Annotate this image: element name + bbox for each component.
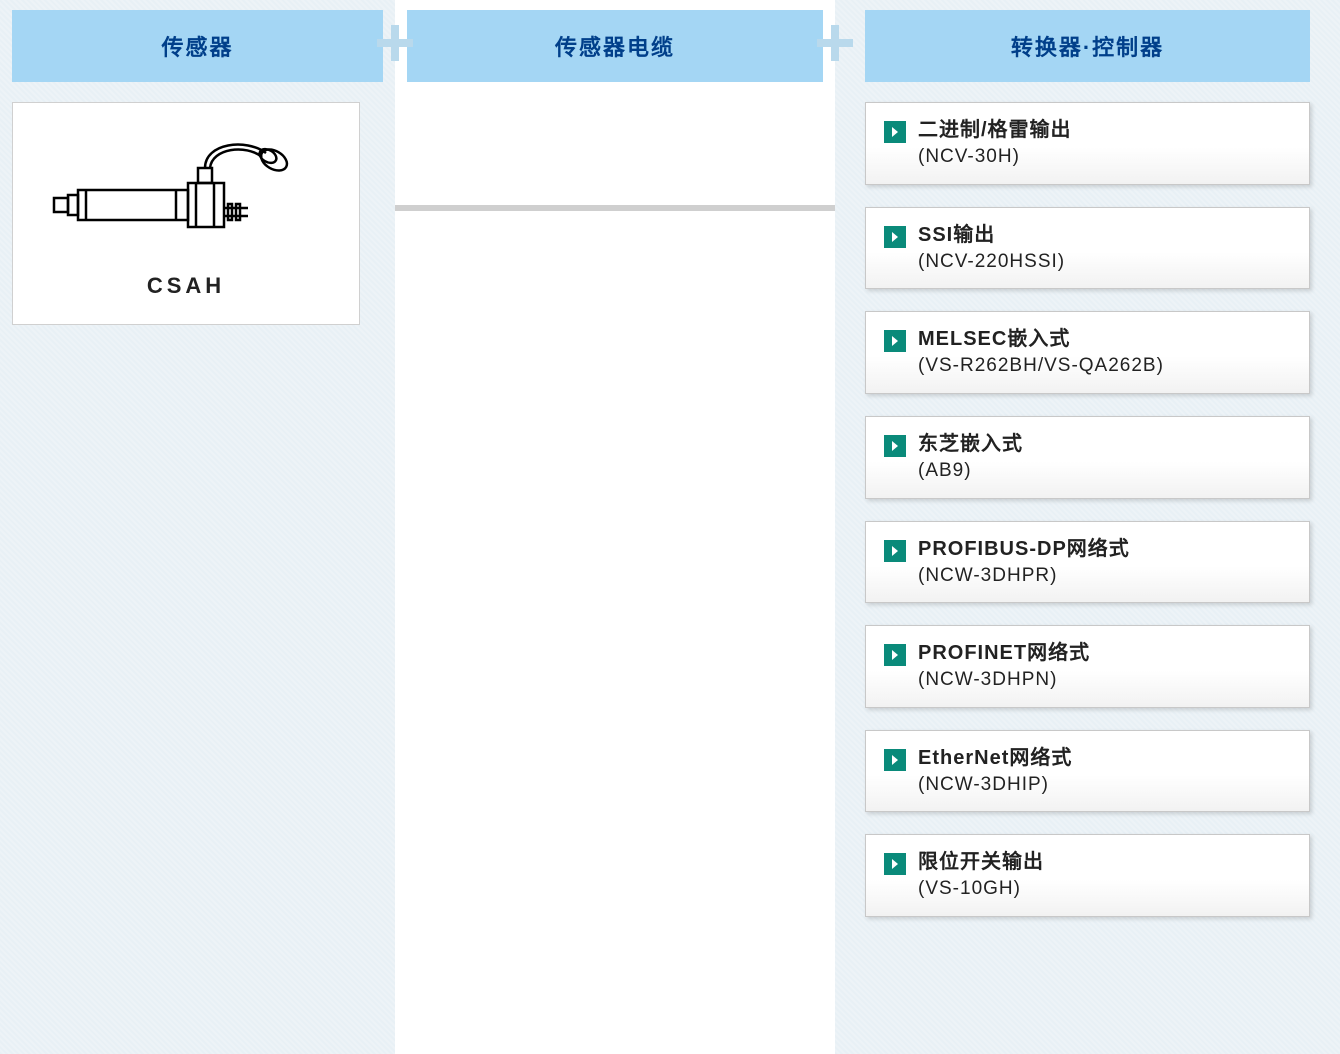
sensor-header: 传感器: [12, 10, 383, 82]
sensor-diagram-icon: [46, 128, 326, 258]
cable-header: 传感器电缆: [407, 10, 823, 82]
controller-option[interactable]: EtherNet网络式(NCW-3DHIP): [865, 730, 1310, 813]
arrow-right-icon: [884, 330, 906, 352]
option-subtitle: (NCW-3DHPN): [918, 667, 1090, 693]
controller-option-list: 二进制/格雷输出(NCV-30H) SSI输出(NCV-220HSSI) MELSE…: [865, 102, 1310, 917]
option-text: 二进制/格雷输出(NCV-30H): [918, 117, 1072, 170]
option-title: PROFINET网络式: [918, 640, 1090, 667]
arrow-right-icon: [884, 853, 906, 875]
divider-line: [395, 205, 835, 211]
cable-column: 传感器电缆: [395, 0, 835, 1054]
controller-option[interactable]: PROFINET网络式(NCW-3DHPN): [865, 625, 1310, 708]
arrow-right-icon: [884, 121, 906, 143]
sensor-card: CSAH: [12, 102, 360, 325]
sensor-column: 传感器: [0, 0, 395, 1054]
option-subtitle: (VS-R262BH/VS-QA262B): [918, 353, 1164, 379]
controller-option[interactable]: 二进制/格雷输出(NCV-30H): [865, 102, 1310, 185]
option-title: 限位开关输出: [918, 849, 1044, 876]
controller-option[interactable]: MELSEC嵌入式(VS-R262BH/VS-QA262B): [865, 311, 1310, 394]
option-text: MELSEC嵌入式(VS-R262BH/VS-QA262B): [918, 326, 1164, 379]
option-subtitle: (NCV-30H): [918, 144, 1072, 170]
option-subtitle: (NCW-3DHPR): [918, 563, 1130, 589]
plus-icon: [377, 25, 413, 61]
option-title: EtherNet网络式: [918, 745, 1072, 772]
controller-option[interactable]: SSI输出(NCV-220HSSI): [865, 207, 1310, 290]
controller-column: 转换器·控制器 二进制/格雷输出(NCV-30H) SSI输出(NCV-220HS…: [835, 0, 1340, 1054]
option-subtitle: (VS-10GH): [918, 876, 1044, 902]
controller-option[interactable]: PROFIBUS-DP网络式(NCW-3DHPR): [865, 521, 1310, 604]
controller-option[interactable]: 东芝嵌入式(AB9): [865, 416, 1310, 499]
controller-header: 转换器·控制器: [865, 10, 1310, 82]
arrow-right-icon: [884, 226, 906, 248]
option-subtitle: (NCW-3DHIP): [918, 772, 1072, 798]
option-subtitle: (NCV-220HSSI): [918, 249, 1065, 275]
option-text: 限位开关输出(VS-10GH): [918, 849, 1044, 902]
arrow-right-icon: [884, 435, 906, 457]
controller-option[interactable]: 限位开关输出(VS-10GH): [865, 834, 1310, 917]
option-text: SSI输出(NCV-220HSSI): [918, 222, 1065, 275]
option-title: MELSEC嵌入式: [918, 326, 1164, 353]
arrow-right-icon: [884, 749, 906, 771]
option-title: 二进制/格雷输出: [918, 117, 1072, 144]
plus-icon: [817, 25, 853, 61]
option-title: PROFIBUS-DP网络式: [918, 536, 1130, 563]
option-text: PROFIBUS-DP网络式(NCW-3DHPR): [918, 536, 1130, 589]
option-text: 东芝嵌入式(AB9): [918, 431, 1023, 484]
sensor-image: [28, 123, 344, 263]
option-subtitle: (AB9): [918, 458, 1023, 484]
arrow-right-icon: [884, 644, 906, 666]
layout-container: 传感器: [0, 0, 1340, 1054]
option-title: SSI输出: [918, 222, 1065, 249]
sensor-label: CSAH: [28, 273, 344, 299]
option-text: PROFINET网络式(NCW-3DHPN): [918, 640, 1090, 693]
option-text: EtherNet网络式(NCW-3DHIP): [918, 745, 1072, 798]
option-title: 东芝嵌入式: [918, 431, 1023, 458]
arrow-right-icon: [884, 540, 906, 562]
